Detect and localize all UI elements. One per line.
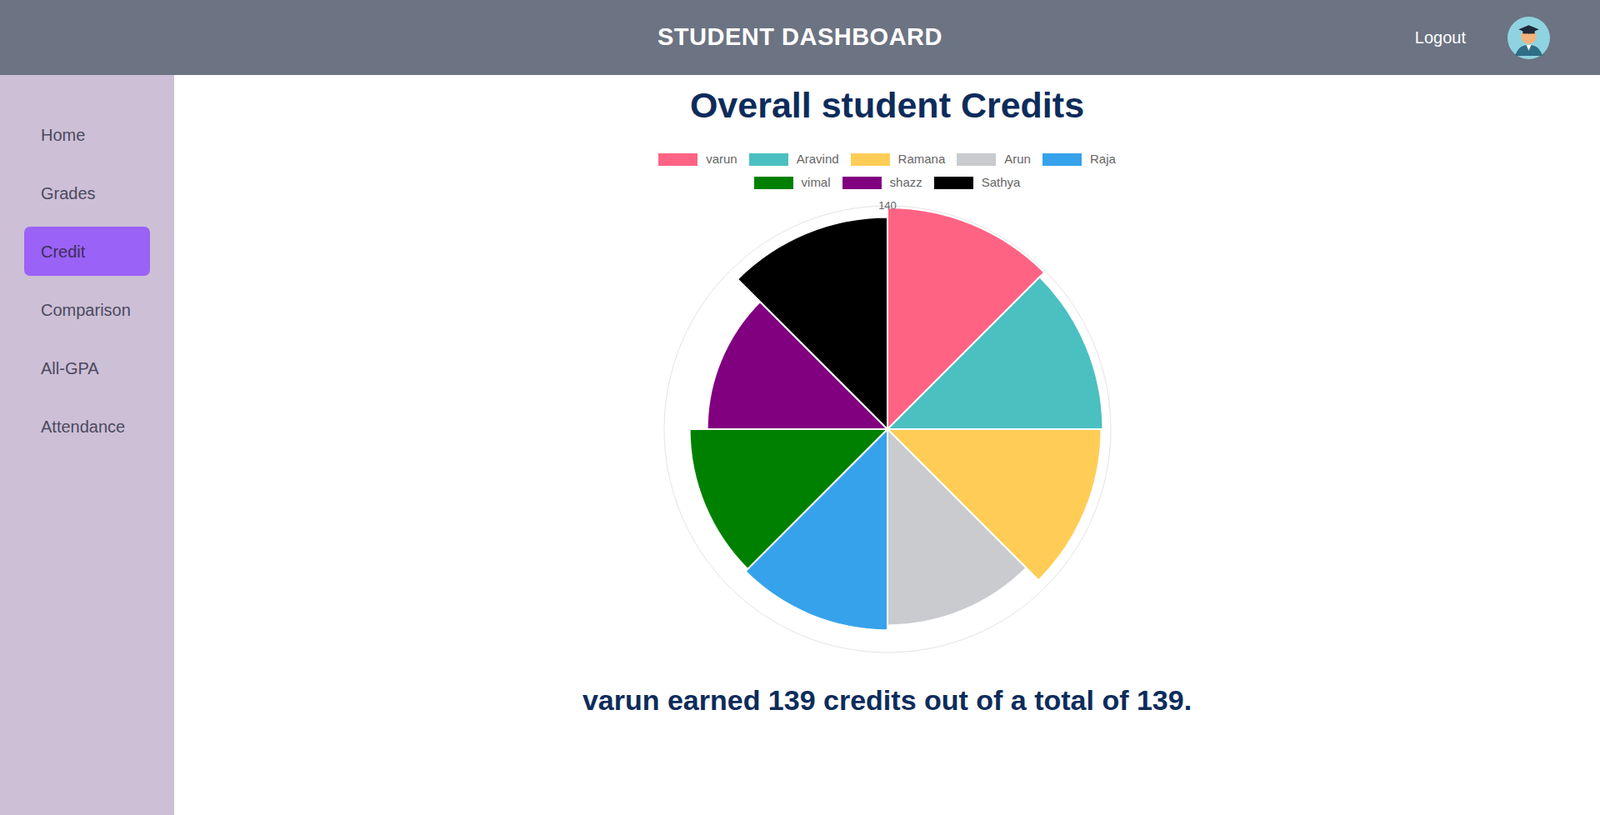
legend-item[interactable]: Aravind: [749, 150, 840, 170]
legend-swatch: [658, 153, 698, 166]
chart-legend: varun Aravind Ramana Arun Raja vimal shazz Sath…: [645, 150, 1130, 193]
legend-item[interactable]: Sathya: [934, 173, 1021, 193]
legend-label: Raja: [1090, 150, 1116, 170]
legend-item[interactable]: varun: [658, 150, 738, 170]
sidebar-item[interactable]: Comparison: [24, 285, 150, 335]
legend-swatch: [842, 176, 882, 190]
sidebar-item[interactable]: Home: [24, 110, 150, 160]
legend-swatch: [956, 153, 996, 166]
page-title: STUDENT DASHBOARD: [657, 19, 943, 56]
legend-swatch: [1042, 153, 1082, 166]
logout-button[interactable]: Logout: [1415, 25, 1466, 50]
sidebar-item[interactable]: Credit: [24, 226, 150, 276]
legend-label: Ramana: [898, 150, 946, 170]
legend-label: Aravind: [796, 150, 840, 170]
legend-label: Sathya: [981, 173, 1021, 193]
credit-summary: varun earned 139 credits out of a total …: [582, 679, 1192, 722]
legend-item[interactable]: shazz: [842, 173, 923, 193]
legend-label: Arun: [1004, 150, 1031, 170]
legend-label: vimal: [801, 173, 831, 193]
chart-segment[interactable]: [887, 276, 1103, 430]
legend-item[interactable]: Arun: [956, 150, 1031, 170]
legend-label: varun: [705, 150, 738, 170]
main-content: Overall student Credits varun Aravind Rama…: [174, 75, 1600, 815]
top-bar: STUDENT DASHBOARD Logout: [0, 0, 1600, 75]
sidebar-item[interactable]: All-GPA: [24, 343, 150, 393]
avatar-icon[interactable]: [1507, 16, 1550, 60]
chart-segment[interactable]: [887, 429, 1026, 625]
legend-swatch: [934, 176, 974, 190]
legend-item[interactable]: Raja: [1042, 150, 1116, 170]
chart-title: Overall student Credits: [690, 83, 1085, 129]
legend-item[interactable]: Ramana: [850, 150, 946, 170]
legend-swatch: [850, 153, 890, 166]
grid-circle: [664, 205, 1111, 653]
legend-swatch: [754, 176, 794, 190]
legend-swatch: [749, 153, 789, 166]
polar-area-chart: 140: [654, 195, 1121, 663]
sidebar: Home Grades Credit Comparison All-GPA Attenda…: [0, 75, 175, 815]
sidebar-item[interactable]: Attendance: [24, 401, 150, 451]
chart-segment[interactable]: [736, 216, 887, 430]
legend-label: shazz: [890, 173, 923, 193]
legend-item[interactable]: vimal: [754, 173, 831, 193]
chart-segment[interactable]: [689, 429, 887, 570]
sidebar-item[interactable]: Grades: [24, 168, 150, 218]
axis-tick: 140: [878, 199, 897, 212]
